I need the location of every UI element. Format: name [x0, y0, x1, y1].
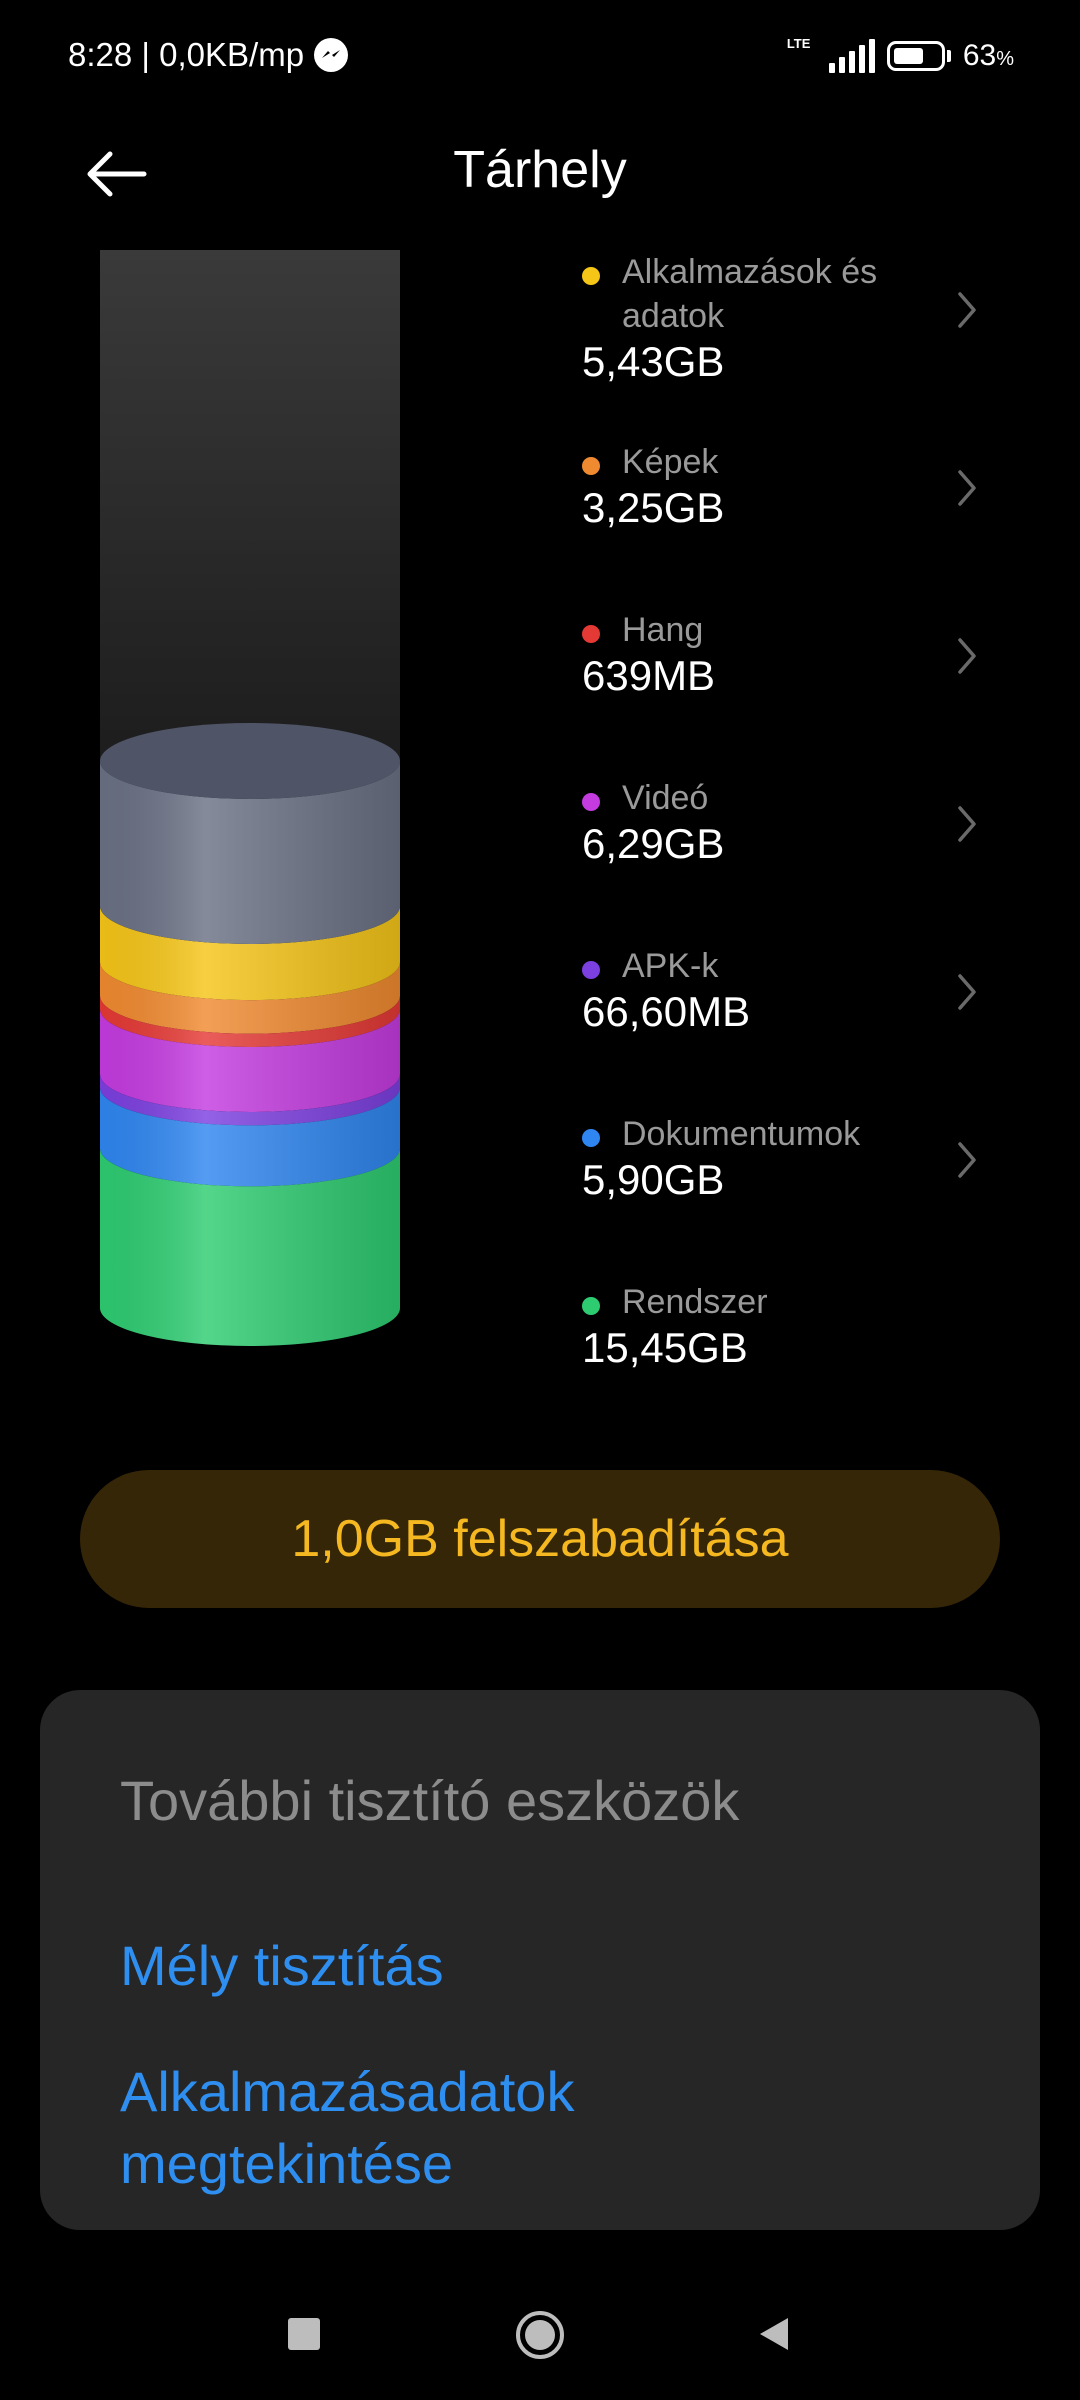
legend-color-dot [582, 961, 600, 979]
legend-category-name: Rendszer [622, 1283, 768, 1321]
signal-icon [828, 39, 875, 73]
legend-size-value: 3,25GB [582, 484, 725, 531]
chevron-right-icon [952, 970, 982, 1014]
legend-color-dot [582, 625, 600, 643]
legend-size-value: 5,43GB [582, 338, 725, 385]
legend-color-dot [582, 267, 600, 285]
legend-size-value: 5,90GB [582, 1156, 725, 1203]
legend-category-name: Videó [622, 779, 709, 817]
chevron-right-icon [952, 802, 982, 846]
legend-size-value: 15,45GB [582, 1324, 748, 1371]
chevron-right-icon [952, 288, 982, 332]
cylinder-top-surface [100, 723, 400, 799]
time-and-speed: 8:28 | 0,0KB/mp [68, 36, 305, 73]
legend-category-name: Alkalmazások és adatok [622, 253, 878, 335]
legend-color-dot [582, 457, 600, 475]
legend-size-value: 66,60MB [582, 988, 751, 1035]
page-title: Tárhely [453, 141, 627, 199]
battery-icon [886, 41, 945, 71]
legend-category-name: Dokumentumok [622, 1115, 861, 1153]
lte-icon: LTE [786, 36, 811, 51]
chevron-right-icon [952, 634, 982, 678]
battery-percent: 63% [962, 39, 1014, 72]
free-up-space-button[interactable]: 1,0GB felszabadítása [80, 1470, 1000, 1608]
cleaning-tools-title: További tisztító eszközök [120, 1769, 740, 1832]
storage-cylinder-chart [100, 250, 400, 1360]
status-time: 8:28 | 0,0KB/mp [68, 36, 349, 74]
status-indicators: LTE 63% [787, 36, 1014, 76]
deep-clean-link[interactable]: Mély tisztítás [120, 1930, 444, 2002]
legend-category-name: APK-k [622, 947, 719, 985]
messenger-icon [314, 38, 349, 72]
legend-category-name: Képek [622, 443, 719, 481]
legend-color-dot [582, 1129, 600, 1147]
chevron-right-icon [952, 1138, 982, 1182]
legend-color-dot [582, 793, 600, 811]
legend-size-value: 639MB [582, 652, 716, 699]
legend-size-value: 6,29GB [582, 820, 725, 867]
chevron-right-icon [952, 466, 982, 510]
legend-category-name: Hang [622, 611, 704, 649]
home-circle-icon[interactable] [515, 2310, 565, 2360]
app-data-link[interactable]: Alkalmazásadatok megtekintése [120, 2056, 680, 2200]
back-triangle-icon[interactable] [754, 2314, 794, 2354]
legend-color-dot [582, 1297, 600, 1315]
battery-tip [946, 50, 951, 62]
recents-square-icon[interactable] [288, 2318, 320, 2350]
